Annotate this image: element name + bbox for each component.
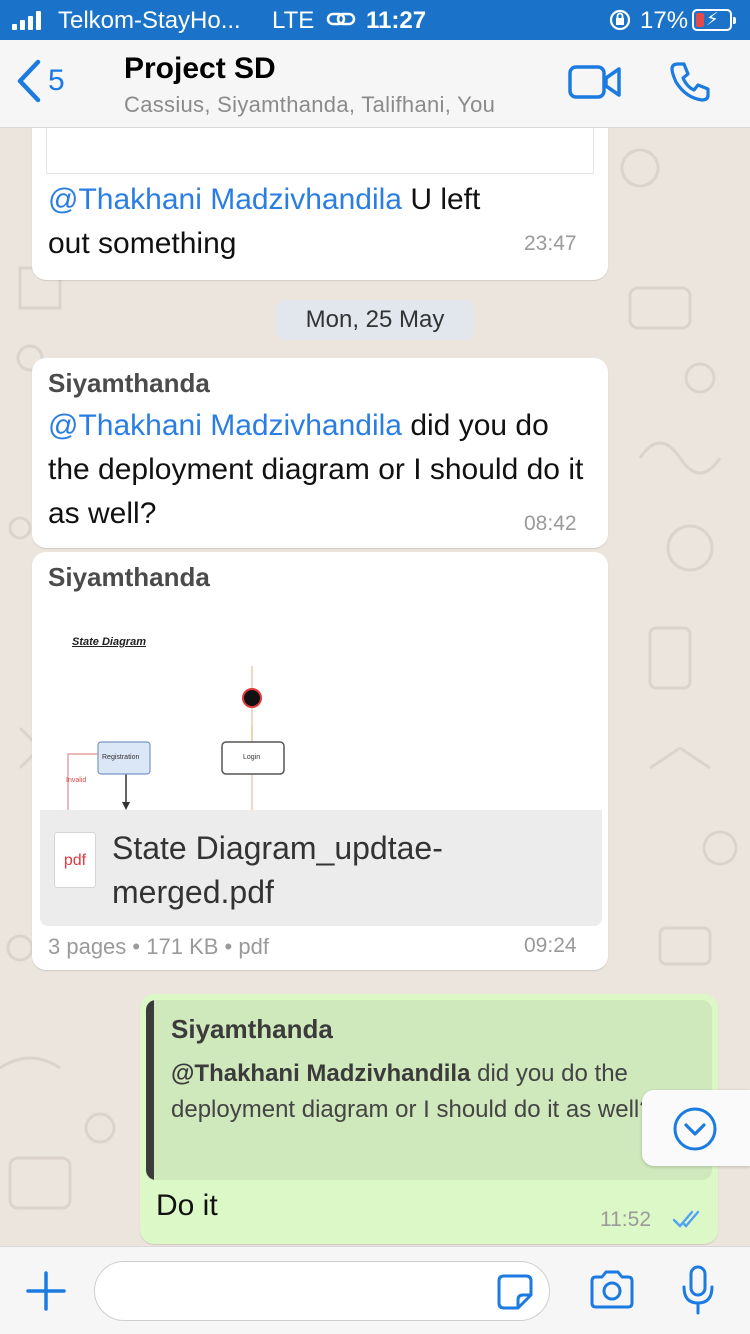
message-list[interactable]: @Thakhani Madzivhandila U left out somet…: [0, 128, 750, 1246]
mention-link[interactable]: @Thakhani Madzivhandila: [48, 183, 402, 216]
message-time: 23:47: [524, 232, 577, 255]
message-time: 08:42: [524, 512, 577, 535]
battery-percent: 17%: [640, 7, 689, 34]
plus-icon: [26, 1271, 66, 1311]
quote-bar: [146, 1000, 154, 1180]
unread-count: 5: [48, 64, 65, 97]
preview-login-label: Login: [243, 754, 261, 761]
sticker-icon: [497, 1274, 533, 1310]
voice-call-button[interactable]: [668, 60, 712, 109]
pdf-file-icon: pdf: [54, 832, 96, 888]
date-divider: Mon, 25 May: [276, 300, 474, 340]
document-pages: 3 pages: [48, 934, 127, 959]
message-text: Do it: [156, 1189, 218, 1222]
document-preview[interactable]: State Diagram Registration Login Invalid: [40, 608, 602, 810]
message-bubble-incoming[interactable]: Siyamthanda @Thakhani Madzivhandila did …: [32, 358, 608, 548]
message-time: 09:24: [524, 934, 577, 957]
status-bar: Telkom-StayHo... LTE 11:27 17% ⚡: [0, 0, 750, 40]
preview-title: State Diagram: [72, 636, 146, 648]
document-type: pdf: [238, 934, 269, 959]
compose-bar: [0, 1246, 750, 1334]
document-filename: State Diagram_updtae-merged.pdf: [112, 830, 443, 910]
quoted-message[interactable]: Siyamthanda @Thakhani Madzivhandila did …: [146, 1000, 712, 1180]
quoted-sender: Siyamthanda: [171, 1014, 333, 1044]
link-icon: [326, 6, 356, 39]
sticker-button[interactable]: [496, 1273, 534, 1316]
chat-header: 5 Project SD Cassius, Siyamthanda, Talif…: [0, 40, 750, 128]
read-receipt-icon: [672, 1210, 700, 1228]
message-text: @Thakhani Madzivhandila U left out somet…: [48, 178, 528, 266]
carrier-name: Telkom-StayHo...: [58, 7, 241, 34]
message-bubble-incoming[interactable]: @Thakhani Madzivhandila U left out somet…: [32, 128, 608, 280]
camera-button[interactable]: [588, 1269, 636, 1316]
separator-dot: •: [224, 934, 239, 959]
chevron-down-circle-icon: [673, 1107, 717, 1151]
chat-title[interactable]: Project SD: [124, 52, 276, 86]
orientation-lock-icon: [608, 7, 632, 40]
scroll-to-bottom-button[interactable]: [642, 1090, 750, 1166]
preview-invalid-label: Invalid: [66, 777, 87, 784]
video-camera-icon: [568, 65, 621, 99]
mention-link[interactable]: @Thakhani Madzivhandila: [48, 409, 402, 442]
back-button[interactable]: 5: [14, 58, 65, 104]
document-size: 171 KB: [146, 934, 219, 959]
chat-participants[interactable]: Cassius, Siyamthanda, Talifhani, You: [124, 92, 495, 118]
microphone-button[interactable]: [680, 1265, 716, 1322]
quoted-mention: @Thakhani Madzivhandila: [171, 1060, 471, 1087]
attachment-preview-tail: [46, 128, 594, 174]
preview-registration-label: Registration: [102, 754, 140, 761]
message-input[interactable]: [94, 1261, 550, 1321]
separator-dot: •: [132, 934, 147, 959]
document-file[interactable]: pdf State Diagram_updtae-merged.pdf: [40, 810, 602, 926]
chevron-left-icon: [17, 59, 41, 103]
microphone-icon: [682, 1265, 714, 1315]
sender-name[interactable]: Siyamthanda: [48, 368, 210, 399]
message-text: @Thakhani Madzivhandila did you do the d…: [48, 404, 588, 536]
battery-icon: ⚡: [692, 9, 736, 31]
quoted-text: @Thakhani Madzivhandila did you do the d…: [171, 1056, 711, 1128]
message-time: 11:52: [600, 1208, 651, 1231]
clock: 11:27: [366, 7, 427, 34]
network-type: LTE: [272, 7, 315, 34]
phone-icon: [670, 62, 710, 102]
video-call-button[interactable]: [568, 64, 622, 105]
signal-strength-icon: [12, 10, 41, 30]
attach-button[interactable]: [24, 1269, 68, 1318]
camera-icon: [590, 1270, 634, 1309]
document-info: 3 pages • 171 KB • pdf: [48, 934, 269, 960]
sender-name[interactable]: Siyamthanda: [48, 562, 210, 593]
